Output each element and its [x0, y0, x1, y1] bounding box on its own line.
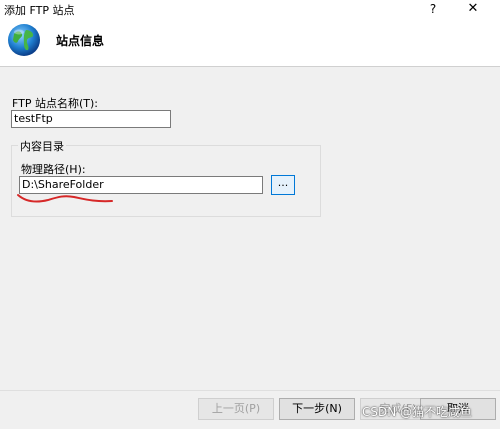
- content-directory-label: 内容目录: [18, 138, 66, 154]
- globe-icon: [8, 24, 40, 56]
- help-button[interactable]: ?: [418, 0, 448, 18]
- close-button[interactable]: ✕: [456, 0, 490, 18]
- site-name-label: FTP 站点名称(T):: [12, 97, 98, 110]
- page-title: 站点信息: [56, 34, 105, 48]
- previous-button[interactable]: 上一页(P): [198, 398, 274, 420]
- wizard-header: 站点信息: [0, 18, 500, 67]
- browse-button[interactable]: ...: [271, 175, 295, 195]
- red-underline-annotation: [17, 194, 113, 203]
- title-bar: 添加 FTP 站点 ? ✕: [0, 0, 500, 18]
- watermark: CSDN @猫不吃咸鱼: [362, 405, 473, 419]
- wizard-content: FTP 站点名称(T): testFtp 内容目录 物理路径(H): D:\Sh…: [0, 67, 500, 390]
- site-name-input[interactable]: testFtp: [11, 110, 171, 128]
- window-title: 添加 FTP 站点: [4, 4, 75, 17]
- wizard-footer: 上一页(P) 下一步(N) 完成(F) 取消 CSDN @猫不吃咸鱼: [0, 390, 500, 429]
- physical-path-label: 物理路径(H):: [21, 163, 86, 176]
- next-button[interactable]: 下一步(N): [279, 398, 355, 420]
